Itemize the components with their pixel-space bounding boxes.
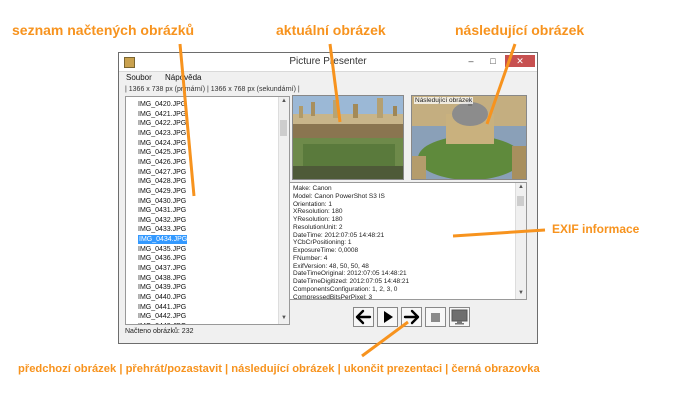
arrow-to-exif <box>452 228 546 238</box>
arrow-to-current <box>328 43 342 123</box>
arrow-to-list <box>178 43 196 197</box>
annotation-arrows <box>178 43 546 358</box>
arrow-to-next <box>485 43 517 125</box>
arrow-to-controls <box>361 320 409 358</box>
